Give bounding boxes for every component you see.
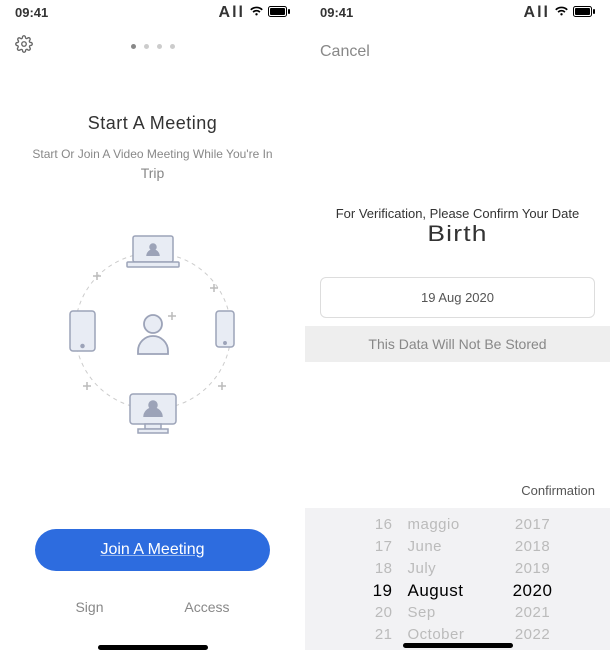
status-bar: 09:41 All <box>0 0 305 25</box>
picker-value[interactable]: 16 <box>353 514 393 536</box>
welcome-screen: 09:41 All Start A Meeting Start Or Join … <box>0 0 305 660</box>
day-column[interactable]: 161718192021 <box>353 514 393 646</box>
dot <box>157 44 162 49</box>
status-indicators: All <box>524 4 595 22</box>
picker-value[interactable]: 17 <box>353 536 393 558</box>
picker-value[interactable]: 2018 <box>515 536 550 558</box>
picker-value[interactable]: June <box>408 536 488 558</box>
status-bar: 09:41 All <box>305 0 610 25</box>
welcome-text: Start A Meeting Start Or Join A Video Me… <box>0 113 305 181</box>
status-time: 09:41 <box>15 5 48 20</box>
battery-icon <box>573 5 595 20</box>
wifi-icon <box>249 5 264 20</box>
status-time: 09:41 <box>320 5 353 20</box>
gear-icon[interactable] <box>15 35 33 58</box>
picker-value[interactable]: July <box>408 558 488 580</box>
picker-value[interactable]: 2022 <box>515 624 550 646</box>
confirmation-link[interactable]: Confirmation <box>521 483 595 498</box>
home-indicator[interactable] <box>403 643 513 648</box>
verification-title: Birth <box>305 221 610 247</box>
access-link[interactable]: Access <box>184 599 229 615</box>
welcome-title: Start A Meeting <box>15 113 290 134</box>
bottom-actions: Join A Meeting Sign Access <box>0 529 305 650</box>
home-indicator[interactable] <box>98 645 208 650</box>
picker-value[interactable]: 2020 <box>513 580 553 602</box>
dot <box>144 44 149 49</box>
battery-icon <box>268 5 290 20</box>
month-column[interactable]: maggioJuneJulyAugustSepOctober <box>408 514 488 646</box>
picker-value[interactable]: 2017 <box>515 514 550 536</box>
dot <box>131 44 136 49</box>
selected-date-display[interactable]: 19 Aug 2020 <box>320 277 595 318</box>
wifi-icon <box>554 5 569 20</box>
status-indicators: All <box>219 4 290 22</box>
welcome-subtitle-2: Trip <box>15 165 290 181</box>
welcome-subtitle: Start Or Join A Video Meeting While You'… <box>15 146 290 163</box>
picker-value[interactable]: 21 <box>353 624 393 646</box>
storage-note: This Data Will Not Be Stored <box>305 326 610 362</box>
date-picker[interactable]: 161718192021 maggioJuneJulyAugustSepOcto… <box>305 508 610 650</box>
picker-value[interactable]: 18 <box>353 558 393 580</box>
year-column[interactable]: 201720182019202020212022 <box>503 514 563 646</box>
verification-prompt: For Verification, Please Confirm Your Da… <box>305 206 610 247</box>
carrier-label: All <box>524 4 550 22</box>
cancel-button[interactable]: Cancel <box>320 43 370 60</box>
picker-value[interactable]: 2019 <box>515 558 550 580</box>
meeting-illustration <box>0 216 305 446</box>
picker-value[interactable]: 2021 <box>515 602 550 624</box>
verification-line: For Verification, Please Confirm Your Da… <box>315 206 600 221</box>
sign-link[interactable]: Sign <box>75 599 103 615</box>
picker-value[interactable]: August <box>408 580 488 602</box>
top-controls <box>0 25 305 58</box>
picker-value[interactable]: 19 <box>353 580 393 602</box>
picker-value[interactable]: 20 <box>353 602 393 624</box>
join-meeting-button[interactable]: Join A Meeting <box>35 529 270 571</box>
dot <box>170 44 175 49</box>
page-indicator <box>131 44 175 49</box>
carrier-label: All <box>219 4 245 22</box>
verification-screen: 09:41 All Cancel For Verification, Pleas… <box>305 0 610 660</box>
picker-value[interactable]: maggio <box>408 514 488 536</box>
picker-value[interactable]: Sep <box>408 602 488 624</box>
